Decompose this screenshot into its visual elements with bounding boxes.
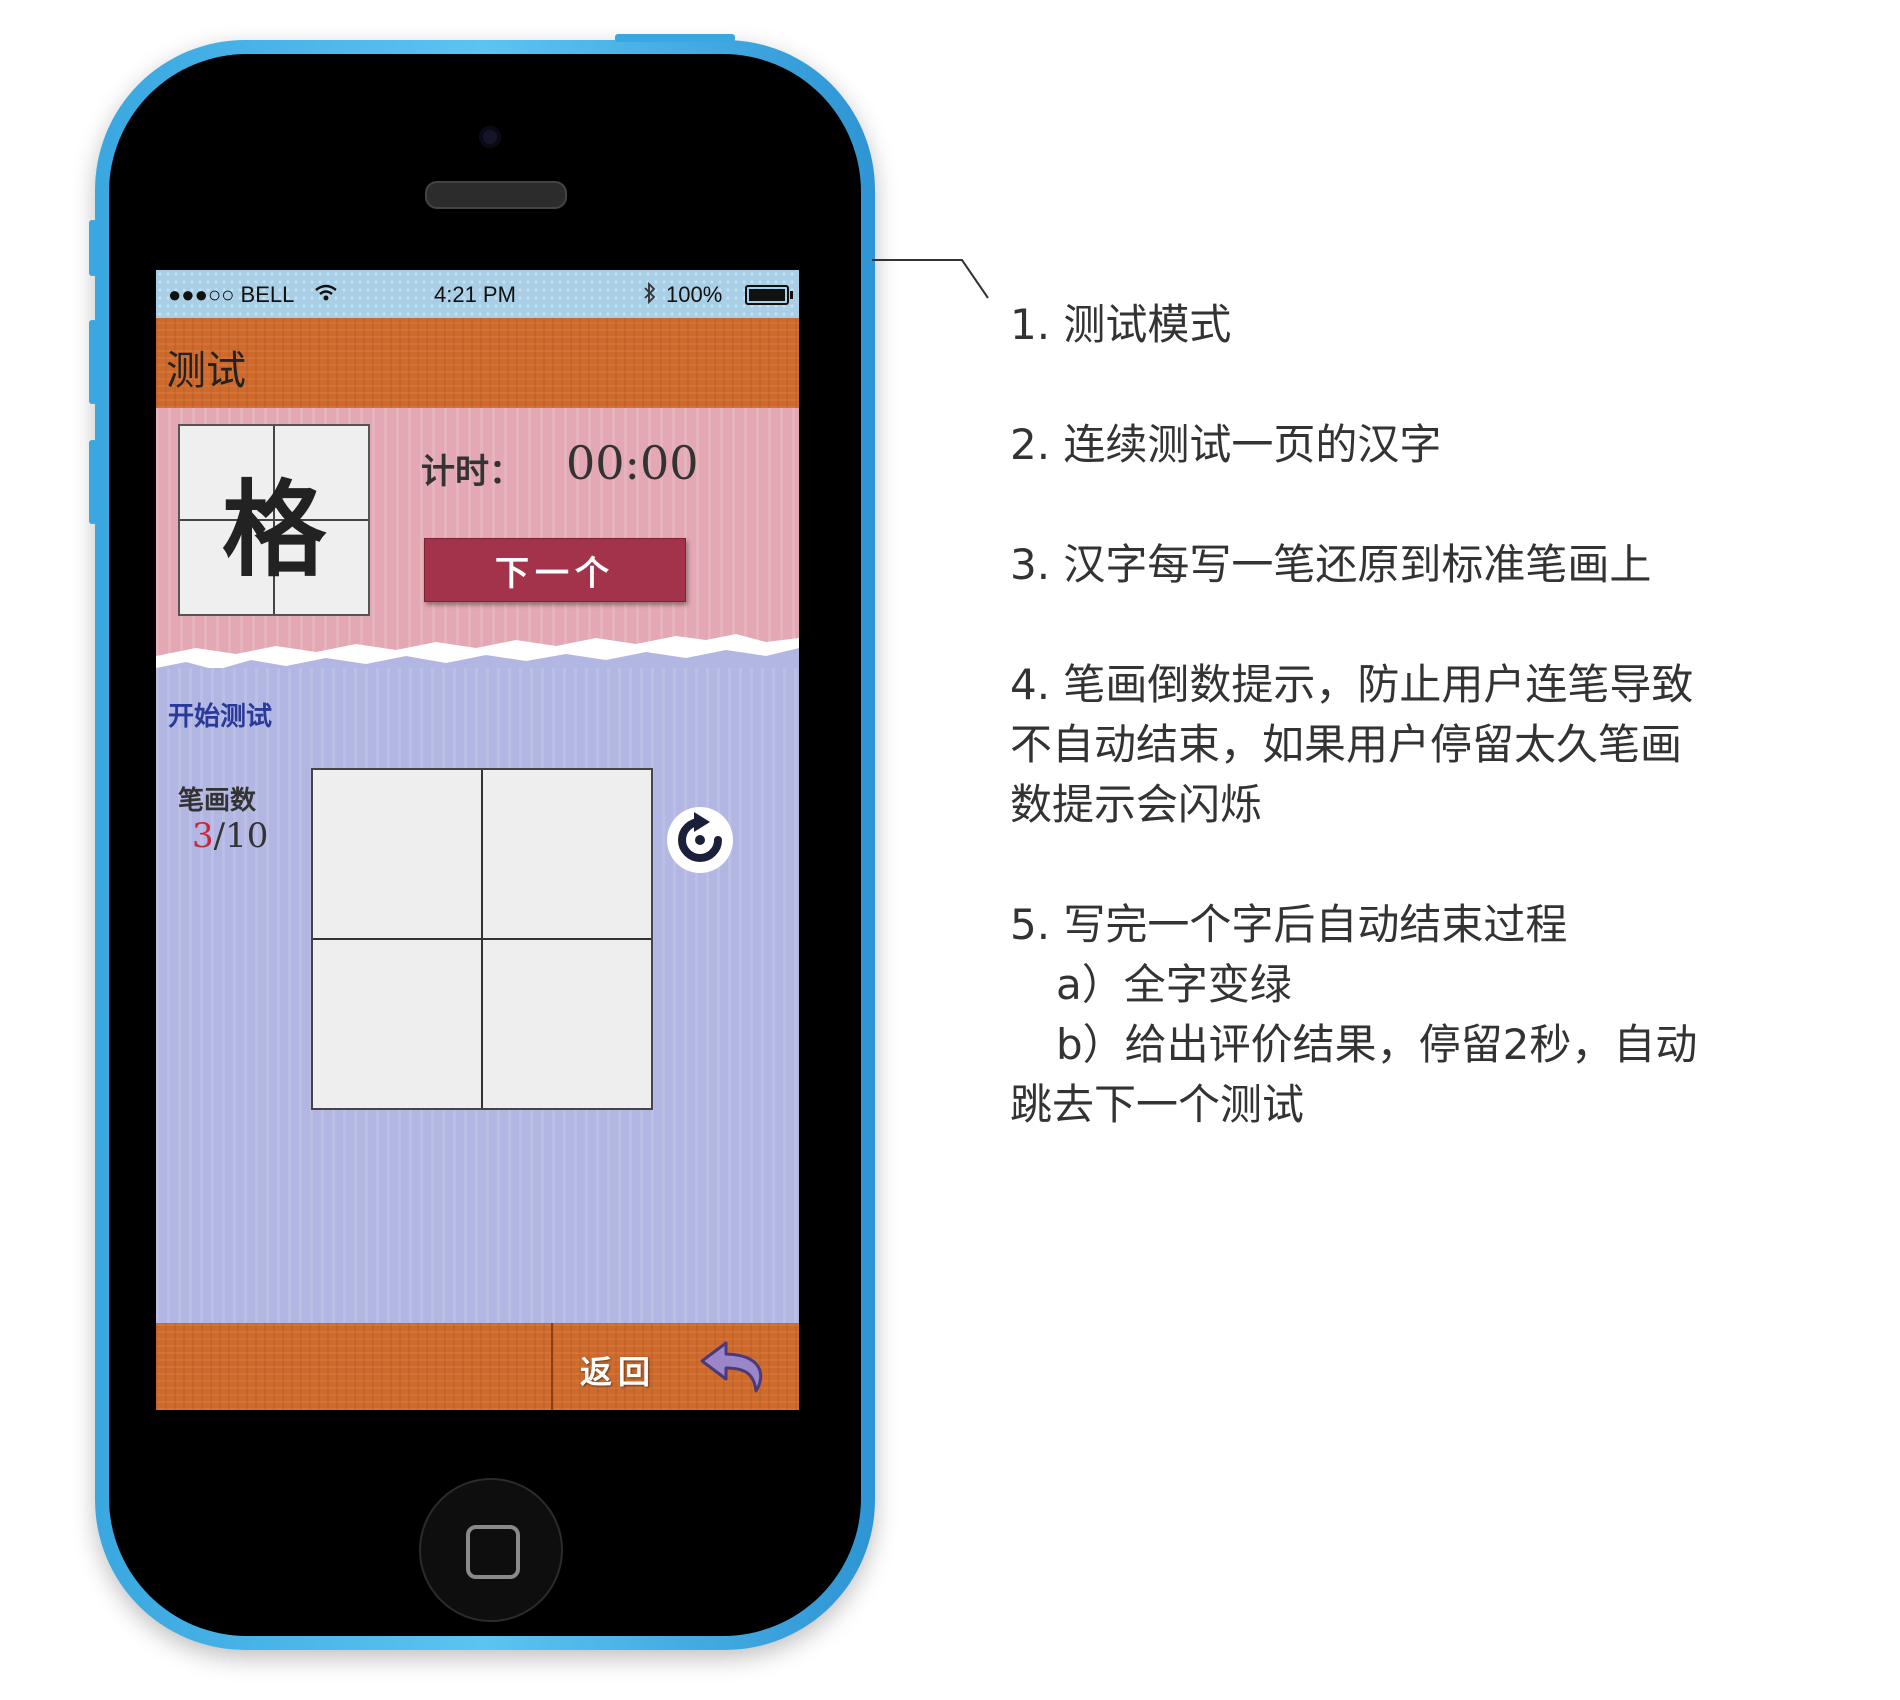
status-bar: ●●●○○ BELL 4:21 PM 100% [156,270,799,318]
footer-divider [551,1323,553,1410]
app-screen: ●●●○○ BELL 4:21 PM 100% 测试 格 计时： 00:00 下… [156,270,799,1410]
wifi-icon [315,284,337,301]
silent-switch [89,220,97,276]
note-2: 2. 连续测试一页的汉字 [1010,420,1442,469]
refresh-icon[interactable] [664,804,736,876]
bluetooth-icon [644,282,656,304]
clock-label: 4:21 PM [434,282,516,307]
start-test-link[interactable]: 开始测试 [168,696,272,733]
next-button[interactable]: 下一个 [424,538,686,602]
front-camera [479,126,501,148]
annotation-notes: 1. 测试模式 2. 连续测试一页的汉字 3. 汉字每写一笔还原到标准笔画上 4… [1010,295,1860,1195]
note-1: 1. 测试模式 [1010,300,1232,349]
timer-label: 计时： [421,452,523,492]
target-character: 格 [221,468,326,591]
page-title: 测试 [166,348,246,394]
back-label: 返回 [580,1353,657,1391]
stroke-count-value: 3/10 [192,816,268,856]
timer-value: 00:00 [566,436,699,490]
battery-percent: 100% [666,282,723,307]
battery-icon [745,285,793,305]
stroke-count-current: 3 [192,816,214,856]
volume-down-button [89,440,97,524]
header-bar: 测试 [156,318,799,408]
volume-up-button [89,320,97,404]
back-button[interactable]: 返回 [556,1323,799,1410]
footer-bar: 返回 [156,1323,799,1410]
home-button[interactable] [419,1478,563,1622]
test-panel: 开始测试 笔画数 3/10 [156,668,799,1323]
earpiece-speaker [425,181,567,209]
note-5: 5. 写完一个字后自动结束过程 a）全字变绿 b）给出评价结果，停留2秒，自动 … [1010,900,1698,1129]
note-3: 3. 汉字每写一笔还原到标准笔画上 [1010,540,1652,589]
note-4: 4. 笔画倒数提示，防止用户连笔导致 不自动结束，如果用户停留太久笔画 数提示会… [1010,660,1694,829]
carrier-label: ●●●○○ BELL [168,282,295,307]
writing-canvas[interactable] [311,768,653,1110]
stroke-count-label: 笔画数 [178,786,257,816]
callout-line [872,259,989,299]
back-arrow-icon [700,1341,763,1393]
power-button [615,34,735,42]
stroke-count-total: /10 [213,816,269,856]
target-character-box: 格 [178,424,370,616]
